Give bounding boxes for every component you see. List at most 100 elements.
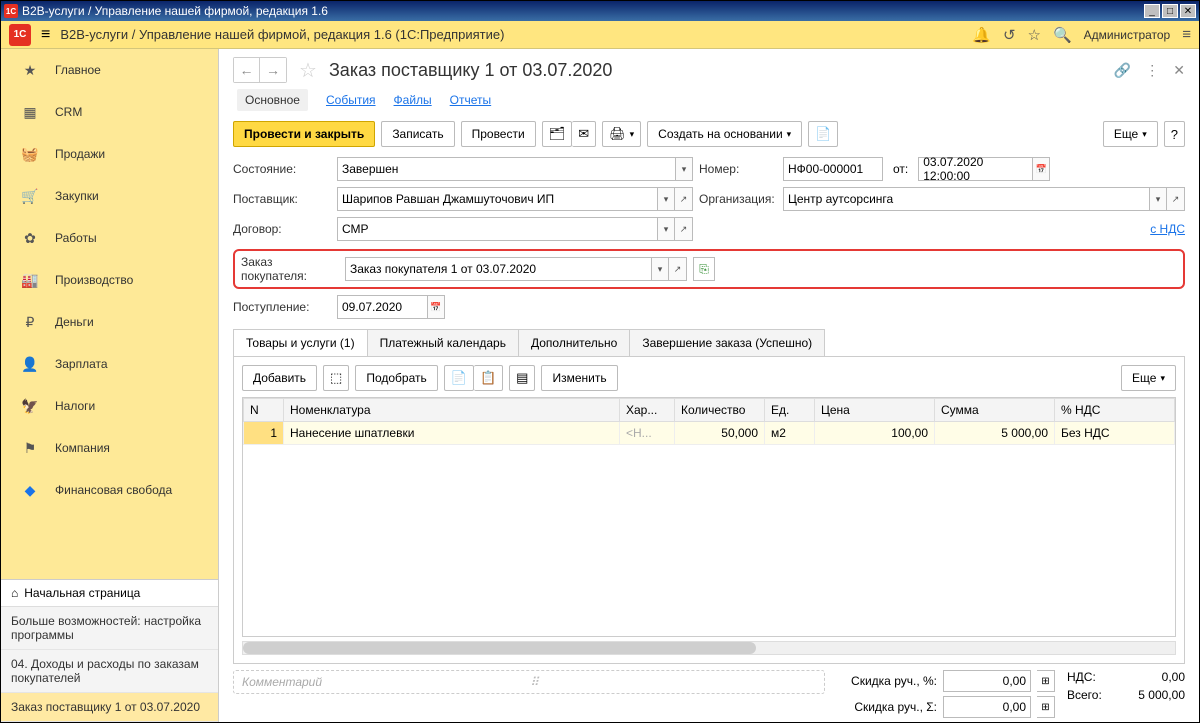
report-button[interactable]: 📄 [808, 121, 838, 147]
open-icon[interactable]: ↗ [1167, 187, 1185, 211]
tab-main[interactable]: Основное [237, 89, 308, 111]
app-title: B2B-услуги / Управление нашей фирмой, ре… [60, 27, 962, 42]
supplier-label: Поставщик: [233, 192, 331, 206]
calc-icon[interactable]: ⊞ [1037, 670, 1055, 692]
maximize-button[interactable]: □ [1162, 4, 1178, 18]
close-button[interactable]: ✕ [1180, 4, 1196, 18]
items-grid[interactable]: N Номенклатура Хар... Количество Ед. Цен… [242, 397, 1176, 637]
copy-button[interactable]: 📄 [444, 365, 474, 391]
h-scrollbar[interactable] [242, 641, 1176, 655]
save-button[interactable]: Записать [381, 121, 454, 147]
side-item-crm[interactable]: ▦CRM [1, 91, 218, 133]
logo-1c-icon: 1C [9, 24, 31, 46]
flag-icon: ⚑ [21, 439, 39, 457]
number-label: Номер: [699, 162, 777, 176]
change-button[interactable]: Изменить [541, 365, 617, 391]
doc-action1-button[interactable]: 🗂 [542, 121, 573, 147]
calendar-icon[interactable]: 📅 [427, 295, 445, 319]
table-more-button[interactable]: Еще▾ [1121, 365, 1176, 391]
add-row-button[interactable]: Добавить [242, 365, 317, 391]
side-item-main[interactable]: ★Главное [1, 49, 218, 91]
tab-events[interactable]: События [326, 89, 376, 111]
dropdown-icon[interactable]: ▾ [657, 217, 675, 241]
tab-files[interactable]: Файлы [394, 89, 432, 111]
user-label[interactable]: Администратор [1084, 28, 1171, 42]
side-item-purchases[interactable]: 🛒Закупки [1, 175, 218, 217]
coin-icon: ₽ [21, 313, 39, 331]
barcode-button[interactable]: ⬚ [323, 365, 349, 391]
nav-fwd-button[interactable]: → [260, 58, 286, 82]
bell-icon[interactable]: 🔔 [972, 26, 991, 44]
vat-link[interactable]: с НДС [1150, 222, 1185, 236]
grid-button[interactable]: ▤ [509, 365, 535, 391]
side-link-settings[interactable]: Больше возможностей: настройка программы [1, 607, 218, 650]
total-value: 5 000,00 [1113, 688, 1185, 702]
side-item-company[interactable]: ⚑Компания [1, 427, 218, 469]
table-row[interactable]: 1 Нанесение шпатлевки <Н... 50,000 м2 10… [244, 422, 1175, 445]
favorite-icon[interactable]: ☆ [299, 58, 317, 83]
side-item-taxes[interactable]: 🦅Налоги [1, 385, 218, 427]
nav-back-button[interactable]: ← [234, 58, 260, 82]
tab-completion[interactable]: Завершение заказа (Успешно) [629, 329, 825, 356]
dropdown-icon[interactable]: ▾ [651, 257, 669, 281]
comment-input[interactable]: Комментарий⠿ [233, 670, 825, 694]
pick-button[interactable]: Подобрать [355, 365, 437, 391]
eagle-icon: 🦅 [21, 397, 39, 415]
menu-icon[interactable]: ≡ [41, 26, 50, 44]
dropdown-icon[interactable]: ▾ [675, 157, 693, 181]
print-button[interactable]: 🖨▾ [602, 121, 641, 147]
open-icon[interactable]: ↗ [675, 187, 693, 211]
star-icon[interactable]: ☆ [1028, 26, 1041, 44]
disc-sum-input[interactable]: 0,00 [943, 696, 1031, 718]
calendar-icon[interactable]: 📅 [1032, 157, 1050, 181]
post-close-button[interactable]: Провести и закрыть [233, 121, 375, 147]
org-input[interactable]: Центр аутсорсинга [783, 187, 1149, 211]
more-icon[interactable]: ⋮ [1145, 62, 1159, 79]
receipt-input[interactable]: 09.07.2020 [337, 295, 427, 319]
side-item-finfreedom[interactable]: ◆Финансовая свобода [1, 469, 218, 511]
open-icon[interactable]: ↗ [675, 217, 693, 241]
tab-payment-calendar[interactable]: Платежный календарь [367, 329, 519, 356]
settings-icon[interactable]: ≡ [1182, 26, 1191, 43]
app-icon: 1C [4, 4, 18, 18]
cust-order-input[interactable]: Заказ покупателя 1 от 03.07.2020 [345, 257, 651, 281]
sidebar: ★Главное ▦CRM 🧺Продажи 🛒Закупки ✿Работы … [1, 49, 219, 722]
org-label: Организация: [699, 192, 777, 206]
diamond-icon: ◆ [21, 481, 39, 499]
side-item-salary[interactable]: 👤Зарплата [1, 343, 218, 385]
side-link-current-doc[interactable]: Заказ поставщику 1 от 03.07.2020 [1, 693, 218, 722]
more-button[interactable]: Еще▾ [1103, 121, 1158, 147]
search-icon[interactable]: 🔍 [1053, 26, 1072, 44]
minimize-button[interactable]: _ [1144, 4, 1160, 18]
side-item-money[interactable]: ₽Деньги [1, 301, 218, 343]
tab-additional[interactable]: Дополнительно [518, 329, 630, 356]
dropdown-icon[interactable]: ▾ [657, 187, 675, 211]
close-doc-button[interactable]: ✕ [1173, 62, 1185, 79]
post-button[interactable]: Провести [461, 121, 536, 147]
contract-input[interactable]: СМР [337, 217, 657, 241]
home-link[interactable]: ⌂Начальная страница [1, 580, 218, 607]
history-icon[interactable]: ↺ [1003, 26, 1016, 44]
paste-button[interactable]: 📋 [474, 365, 503, 391]
open-icon[interactable]: ↗ [669, 257, 687, 281]
tab-goods[interactable]: Товары и услуги (1) [233, 329, 368, 356]
number-input[interactable]: НФ00-000001 [783, 157, 883, 181]
date-input[interactable]: 03.07.2020 12:00:00 [918, 157, 1032, 181]
tab-reports[interactable]: Отчеты [450, 89, 491, 111]
side-item-production[interactable]: 🏭Производство [1, 259, 218, 301]
create-based-button[interactable]: Создать на основании▾ [647, 121, 802, 147]
fill-from-order-button[interactable]: ⎘ [693, 257, 715, 281]
drag-handle-icon[interactable]: ⠿ [530, 675, 541, 689]
side-link-report[interactable]: 04. Доходы и расходы по заказам покупате… [1, 650, 218, 693]
calc-icon[interactable]: ⊞ [1037, 696, 1055, 718]
dropdown-icon[interactable]: ▾ [1149, 187, 1167, 211]
email-button[interactable]: ✉ [572, 121, 596, 147]
state-input[interactable]: Завершен [337, 157, 675, 181]
doc-title: Заказ поставщику 1 от 03.07.2020 [329, 60, 1100, 81]
side-item-works[interactable]: ✿Работы [1, 217, 218, 259]
link-icon[interactable]: 🔗 [1114, 62, 1131, 79]
disc-pct-input[interactable]: 0,00 [943, 670, 1031, 692]
supplier-input[interactable]: Шарипов Равшан Джамшуточович ИП [337, 187, 657, 211]
help-button[interactable]: ? [1164, 121, 1185, 147]
side-item-sales[interactable]: 🧺Продажи [1, 133, 218, 175]
